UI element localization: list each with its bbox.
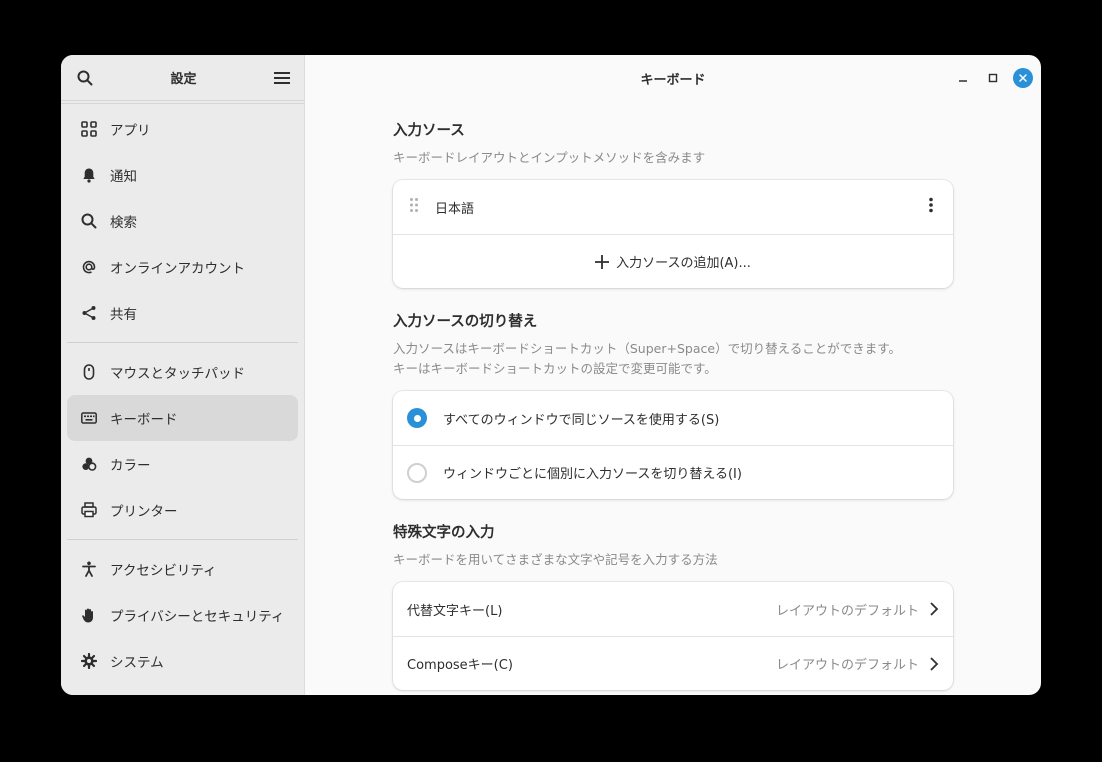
- search-button[interactable]: [75, 68, 95, 88]
- window-controls: [953, 68, 1033, 88]
- maximize-button[interactable]: [983, 68, 1003, 88]
- printer-icon: [81, 502, 97, 518]
- input-sources-card: 日本語 入力ソースの追加(A)...: [393, 180, 953, 288]
- gear-icon: [81, 653, 97, 669]
- special-chars-desc: キーボードを用いてさまざまな文字や記号を入力する方法: [393, 552, 718, 567]
- chevron-right-icon: [930, 602, 939, 616]
- sidebar-item-label: 検索: [110, 215, 137, 231]
- main-panel: キーボード 入力ソース キーボードレイアウトとインプットメソッドを含みます 日本…: [305, 55, 1041, 695]
- apps-grid-icon: [81, 121, 97, 137]
- input-source-row[interactable]: 日本語: [393, 180, 953, 234]
- menu-button[interactable]: [272, 68, 292, 88]
- sidebar-item-label: カラー: [110, 458, 151, 474]
- search-icon: [81, 213, 97, 229]
- at-sign-icon: [81, 259, 97, 275]
- sidebar-title: 設定: [170, 72, 197, 87]
- plus-icon: [595, 254, 610, 269]
- share-icon: [81, 305, 97, 321]
- switching-desc-line1: 入力ソースはキーボードショートカット（Super+Space）で切り替えることが…: [393, 341, 901, 356]
- close-icon: [1019, 74, 1027, 82]
- sidebar-item-color[interactable]: カラー: [67, 441, 298, 487]
- minimize-button[interactable]: [953, 68, 973, 88]
- drag-handle-icon[interactable]: [409, 197, 421, 217]
- alternate-chars-key-value: レイアウトのデフォルト: [775, 603, 919, 619]
- maximize-icon: [988, 73, 998, 83]
- alternate-chars-key-row[interactable]: 代替文字キー(L) レイアウトのデフォルト: [393, 582, 953, 636]
- sidebar-item-privacy[interactable]: プライバシーとセキュリティ: [67, 592, 298, 638]
- sidebar-item-label: アクセシビリティ: [110, 563, 217, 579]
- sidebar-item-label: オンラインアカウント: [110, 261, 245, 277]
- accessibility-icon: [81, 561, 97, 577]
- keyboard-icon: [81, 410, 97, 426]
- compose-key-label: Composeキー(C): [407, 658, 513, 673]
- input-source-name: 日本語: [435, 201, 475, 217]
- compose-key-row[interactable]: Composeキー(C) レイアウトのデフォルト: [393, 636, 953, 690]
- settings-window: 設定 アプリ 通知 検索 オンラインアカウント 共有 マウスとタッチパッド キー…: [61, 55, 1041, 695]
- hand-icon: [81, 607, 97, 623]
- sidebar-item-label: 通知: [110, 169, 137, 185]
- compose-key-value: レイアウトのデフォルト: [775, 658, 919, 673]
- alternate-chars-key-label: 代替文字キー(L): [407, 603, 503, 619]
- sidebar-item-mouse[interactable]: マウスとタッチパッド: [67, 349, 298, 395]
- sidebar-item-accessibility[interactable]: アクセシビリティ: [67, 546, 298, 592]
- radio-unselected[interactable]: [407, 462, 427, 483]
- sidebar-item-notifications[interactable]: 通知: [67, 152, 298, 198]
- close-button[interactable]: [1013, 68, 1033, 88]
- sidebar-list: アプリ 通知 検索 オンラインアカウント 共有 マウスとタッチパッド キーボード…: [61, 103, 304, 684]
- switching-desc-line2: キーはキーボードショートカットの設定で変更可能です。: [393, 361, 717, 376]
- option-same-source-label: すべてのウィンドウで同じソースを使用する(S): [443, 412, 720, 428]
- option-per-window[interactable]: ウィンドウごとに個別に入力ソースを切り替える(I): [393, 445, 953, 499]
- sidebar-divider: [67, 342, 298, 343]
- sidebar-item-label: マウスとタッチパッド: [110, 366, 245, 382]
- add-input-source-label: 入力ソースの追加(A)...: [616, 256, 751, 271]
- sidebar-item-system[interactable]: システム: [67, 638, 298, 684]
- input-sources-title: 入力ソース: [393, 123, 465, 139]
- vertical-dots-icon: [929, 197, 933, 213]
- main-header: キーボード: [305, 55, 1041, 101]
- special-chars-card: 代替文字キー(L) レイアウトのデフォルト Composeキー(C) レイアウト…: [393, 582, 953, 690]
- sidebar-item-label: キーボード: [110, 412, 178, 428]
- sidebar-item-keyboard[interactable]: キーボード: [67, 395, 298, 441]
- sidebar-item-sharing[interactable]: 共有: [67, 290, 298, 336]
- switching-desc: 入力ソースはキーボードショートカット（Super+Space）で切り替えることが…: [393, 339, 953, 379]
- switching-title: 入力ソースの切り替え: [393, 314, 538, 330]
- minimize-icon: [959, 80, 967, 82]
- option-same-source[interactable]: すべてのウィンドウで同じソースを使用する(S): [393, 391, 953, 445]
- content: 入力ソース キーボードレイアウトとインプットメソッドを含みます 日本語 入力ソー…: [393, 119, 953, 695]
- sidebar-header: 設定: [61, 55, 304, 101]
- mouse-icon: [81, 364, 97, 380]
- special-chars-title: 特殊文字の入力: [393, 525, 495, 541]
- radio-selected[interactable]: [407, 408, 427, 428]
- more-options-button[interactable]: [923, 197, 939, 217]
- sidebar-divider: [67, 539, 298, 540]
- sidebar: 設定 アプリ 通知 検索 オンラインアカウント 共有 マウスとタッチパッド キー…: [61, 55, 305, 695]
- hamburger-icon: [273, 71, 290, 84]
- bell-icon: [81, 167, 97, 183]
- sidebar-item-search[interactable]: 検索: [67, 198, 298, 244]
- input-sources-desc: キーボードレイアウトとインプットメソッドを含みます: [393, 150, 706, 165]
- sidebar-item-label: プリンター: [110, 504, 178, 520]
- option-per-window-label: ウィンドウごとに個別に入力ソースを切り替える(I): [443, 467, 742, 482]
- sidebar-item-label: アプリ: [110, 123, 151, 139]
- sidebar-item-label: 共有: [110, 307, 137, 323]
- add-input-source-button[interactable]: 入力ソースの追加(A)...: [393, 234, 953, 288]
- sidebar-item-printers[interactable]: プリンター: [67, 487, 298, 533]
- sidebar-item-apps[interactable]: アプリ: [67, 106, 298, 152]
- page-title: キーボード: [640, 72, 706, 88]
- chevron-right-icon: [930, 656, 939, 671]
- sidebar-item-online-accounts[interactable]: オンラインアカウント: [67, 244, 298, 290]
- color-icon: [81, 456, 97, 472]
- sidebar-item-label: システム: [110, 655, 164, 671]
- switching-card: すべてのウィンドウで同じソースを使用する(S) ウィンドウごとに個別に入力ソース…: [393, 391, 953, 499]
- search-icon: [77, 70, 93, 85]
- sidebar-item-label: プライバシーとセキュリティ: [110, 609, 285, 625]
